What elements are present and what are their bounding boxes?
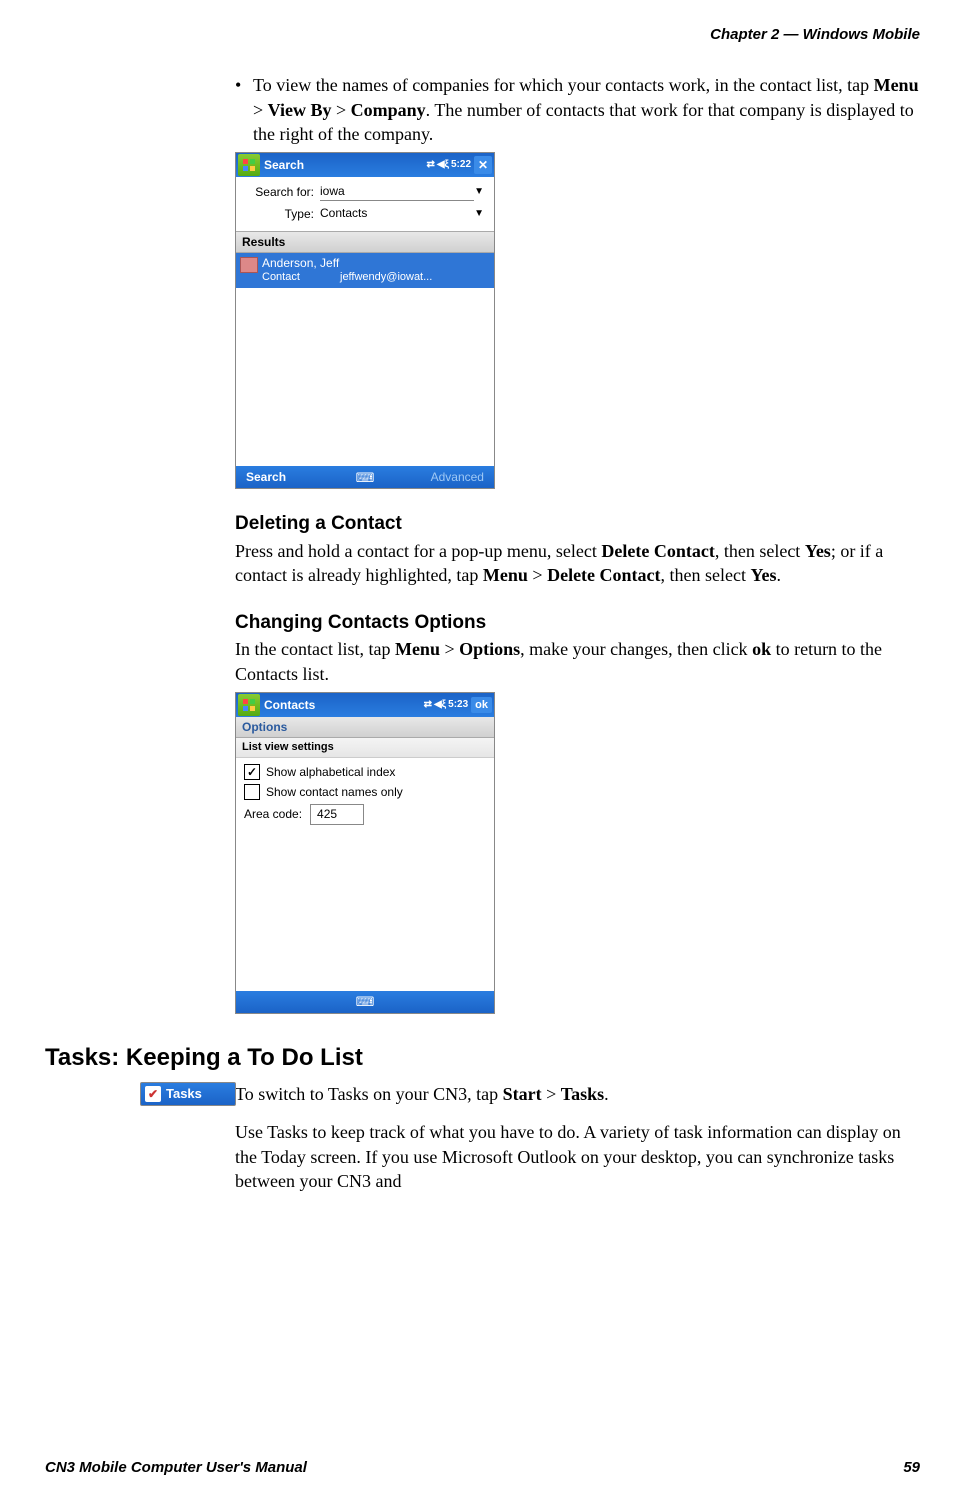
title-text: Contacts (264, 697, 424, 713)
sync-icon: ⇄ (426, 158, 434, 172)
tasks-app-icon: ✔ Tasks (140, 1082, 236, 1106)
volume-icon: ◀ξ (437, 158, 449, 172)
results-header: Results (236, 231, 494, 253)
result-item: Anderson, Jeff Contact jeffwendy@iowat..… (236, 253, 494, 289)
status-icons: ⇄ ◀ξ 5:23 (424, 698, 469, 712)
checkbox-row: Show contact names only (244, 784, 486, 800)
subheading-options: Changing Contacts Options (235, 610, 920, 636)
contact-card-icon (240, 257, 258, 273)
search-for-label: Search for: (244, 184, 320, 200)
contacts-options-screenshot: Contacts ⇄ ◀ξ 5:23 ok Options List view … (235, 692, 495, 1014)
running-header: Chapter 2 — Windows Mobile (45, 25, 920, 45)
titlebar: Contacts ⇄ ◀ξ 5:23 ok (236, 693, 494, 717)
ok-button: ok (471, 697, 492, 714)
search-input: iowa (320, 183, 474, 201)
volume-icon: ◀ξ (434, 698, 446, 712)
clock-text: 5:23 (448, 698, 468, 712)
paragraph: In the contact list, tap Menu > Options,… (235, 637, 920, 686)
result-name: Anderson, Jeff (262, 256, 488, 271)
chevron-down-icon: ▼ (474, 207, 486, 221)
bottom-bar: Search ⌨ Advanced (236, 466, 494, 488)
page-number: 59 (903, 1458, 920, 1478)
status-icons: ⇄ ◀ξ 5:22 (426, 158, 471, 172)
titlebar: Search ⇄ ◀ξ 5:22 ✕ (236, 153, 494, 177)
advanced-softkey: Advanced (405, 466, 494, 488)
search-softkey: Search (236, 466, 325, 488)
sync-icon: ⇄ (424, 698, 432, 712)
tasks-check-icon: ✔ (145, 1086, 161, 1102)
section-heading-tasks: Tasks: Keeping a To Do List (45, 1042, 920, 1074)
text: To view the names of companies for which… (253, 75, 874, 95)
text: > (331, 100, 350, 120)
close-icon: ✕ (474, 156, 492, 174)
paragraph: To switch to Tasks on your CN3, tap Star… (235, 1082, 920, 1106)
start-icon (238, 694, 260, 716)
result-type: Contact (262, 271, 340, 285)
area-code-input: 425 (310, 804, 364, 824)
checkbox-unchecked-icon (244, 784, 260, 800)
checkbox-row: ✓ Show alphabetical index (244, 764, 486, 780)
checkbox-label: Show contact names only (266, 784, 403, 800)
list-view-settings-label: List view settings (236, 738, 494, 758)
options-tab: Options (236, 717, 494, 738)
bullet-marker: • (235, 73, 253, 146)
chevron-down-icon: ▼ (474, 185, 486, 199)
bullet-item: • To view the names of companies for whi… (235, 73, 920, 146)
type-value: Contacts (320, 205, 474, 222)
viewby-label: View By (268, 100, 332, 120)
area-code-label: Area code: (244, 806, 302, 822)
keyboard-icon: ⌨ (325, 466, 404, 490)
company-label: Company (351, 100, 426, 120)
title-text: Search (264, 157, 426, 173)
bottom-bar: ⌨ (236, 991, 494, 1013)
start-icon (238, 154, 260, 176)
footer-left: CN3 Mobile Computer User's Manual (45, 1458, 307, 1478)
paragraph: Use Tasks to keep track of what you have… (235, 1120, 920, 1193)
result-detail: jeffwendy@iowat... (340, 271, 432, 285)
clock-text: 5:22 (451, 158, 471, 172)
text: > (253, 100, 268, 120)
subheading-deleting: Deleting a Contact (235, 511, 920, 537)
checkbox-checked-icon: ✓ (244, 764, 260, 780)
keyboard-icon: ⌨ (322, 990, 408, 1014)
tasks-pill-label: Tasks (166, 1085, 202, 1103)
checkbox-label: Show alphabetical index (266, 764, 395, 780)
search-screenshot: Search ⇄ ◀ξ 5:22 ✕ Search for: iowa ▼ Ty… (235, 152, 495, 489)
type-label: Type: (244, 206, 320, 222)
menu-label: Menu (874, 75, 919, 95)
paragraph: Press and hold a contact for a pop-up me… (235, 539, 920, 588)
